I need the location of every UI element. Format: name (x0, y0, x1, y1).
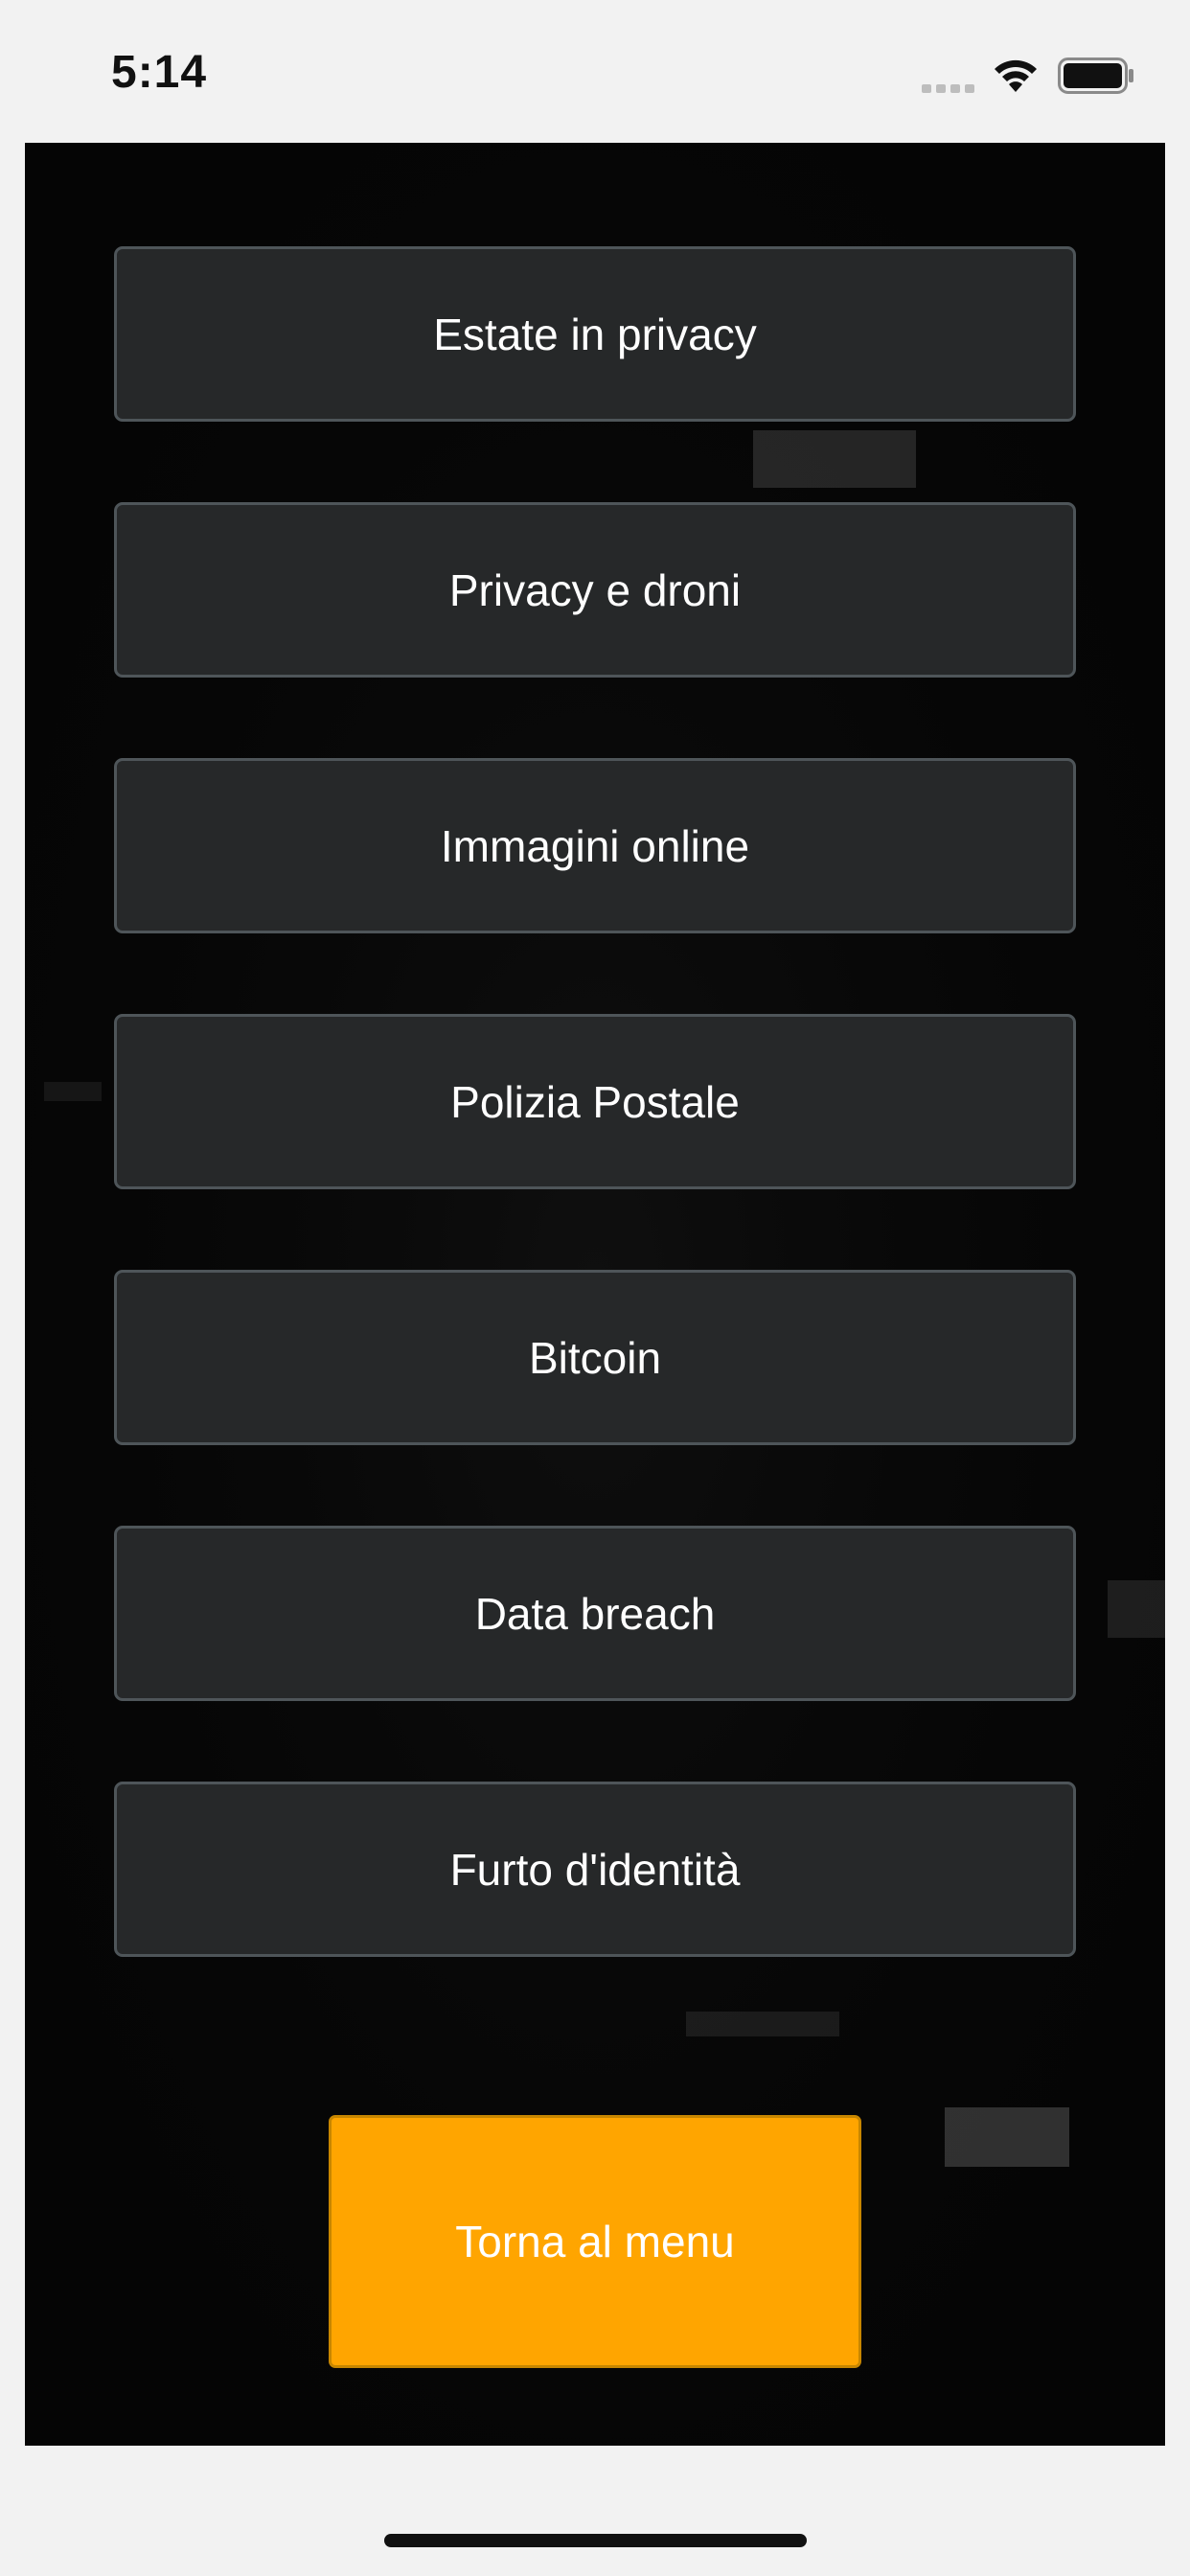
app-screen: 5:14 Estate in privacy Privacy e droni I… (0, 0, 1190, 2576)
wifi-icon (995, 59, 1037, 92)
cellular-signal-icon (922, 84, 974, 93)
menu-item-estate-in-privacy[interactable]: Estate in privacy (114, 246, 1076, 422)
back-to-menu-button[interactable]: Torna al menu (329, 2115, 861, 2368)
menu-item-furto-d-identita[interactable]: Furto d'identità (114, 1782, 1076, 1957)
menu-item-bitcoin[interactable]: Bitcoin (114, 1270, 1076, 1445)
menu-item-immagini-online[interactable]: Immagini online (114, 758, 1076, 933)
battery-icon (1058, 58, 1133, 94)
menu-item-polizia-postale[interactable]: Polizia Postale (114, 1014, 1076, 1189)
status-bar: 5:14 (0, 0, 1190, 144)
menu-panel: Estate in privacy Privacy e droni Immagi… (25, 143, 1165, 2446)
menu-item-privacy-e-droni[interactable]: Privacy e droni (114, 502, 1076, 678)
status-time: 5:14 (111, 47, 208, 98)
menu-item-data-breach[interactable]: Data breach (114, 1526, 1076, 1701)
home-indicator[interactable] (384, 2534, 807, 2547)
